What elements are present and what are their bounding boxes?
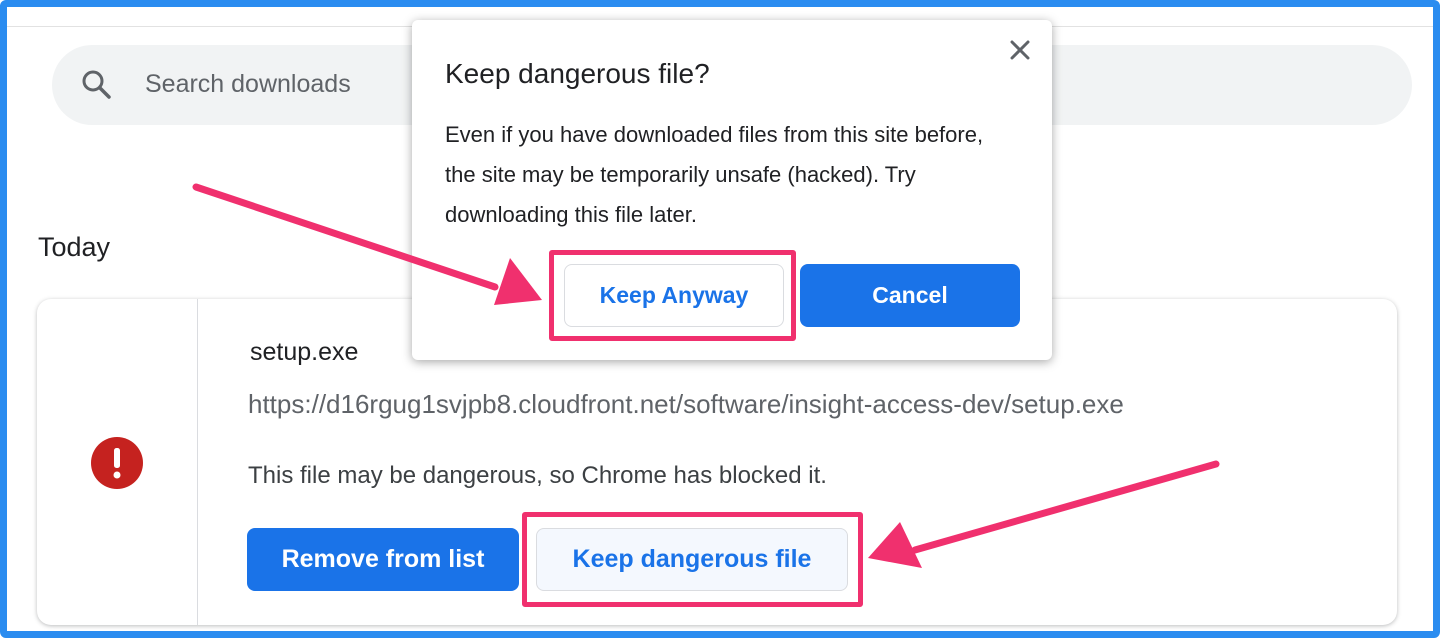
keep-dangerous-file-button[interactable]: Keep dangerous file	[536, 528, 848, 591]
cancel-button[interactable]: Cancel	[800, 264, 1020, 327]
search-icon[interactable]	[80, 68, 112, 100]
keep-anyway-button[interactable]: Keep Anyway	[564, 264, 784, 327]
remove-from-list-button[interactable]: Remove from list	[247, 528, 519, 591]
section-title-today: Today	[38, 232, 111, 262]
file-name[interactable]: setup.exe	[250, 338, 358, 367]
card-divider	[197, 299, 198, 625]
search-input[interactable]: Search downloads	[145, 70, 351, 99]
danger-icon	[91, 437, 143, 489]
dialog-message: Even if you have downloaded files from t…	[445, 122, 984, 227]
keep-dangerous-dialog: Keep dangerous file? Even if you have do…	[412, 20, 1052, 360]
dialog-title: Keep dangerous file?	[445, 58, 710, 89]
file-status: This file may be dangerous, so Chrome ha…	[248, 462, 827, 489]
file-url[interactable]: https://d16rgug1svjpb8.cloudfront.net/so…	[248, 389, 1124, 420]
close-icon[interactable]	[1006, 36, 1034, 64]
